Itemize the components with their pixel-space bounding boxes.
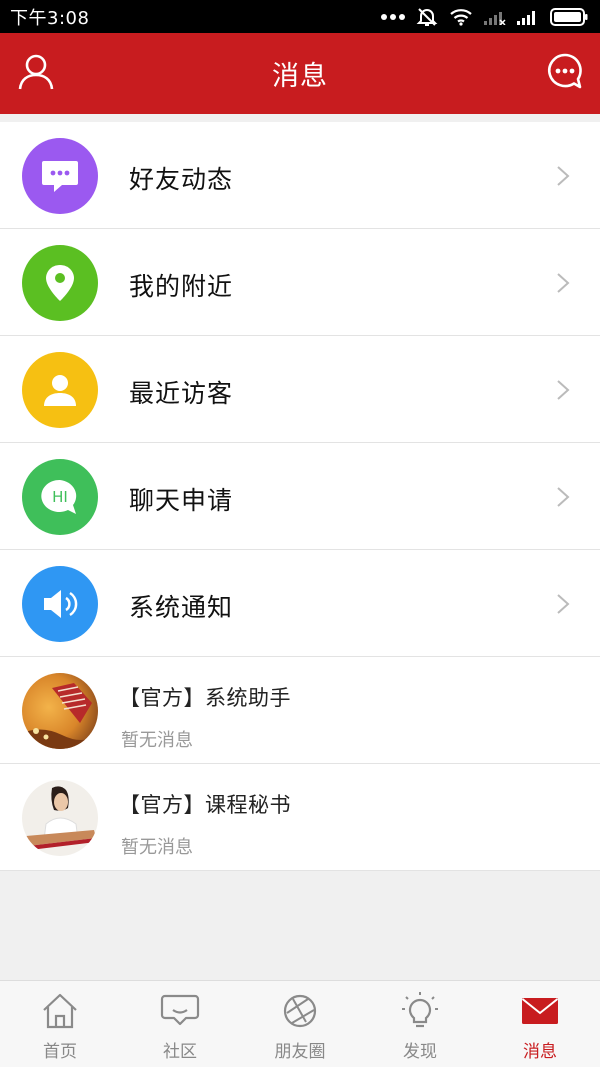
nav-label: 朋友圈	[274, 1042, 326, 1062]
chevron-right-icon	[557, 380, 570, 400]
chevron-right-icon	[557, 166, 570, 186]
status-bar: 下午3:08	[0, 0, 600, 33]
menu-item-recent-visitors[interactable]: 最近访客	[0, 336, 600, 443]
nav-label: 消息	[523, 1042, 557, 1062]
nav-messages[interactable]: 消息	[480, 981, 600, 1067]
menu-item-nearby[interactable]: 我的附近	[0, 229, 600, 336]
menu-item-chat-requests[interactable]: HI 聊天申请	[0, 443, 600, 550]
conversation-preview: 暂无消息	[121, 730, 193, 751]
avatar	[22, 673, 98, 749]
envelope-icon	[521, 998, 559, 1024]
signal-icon	[517, 10, 535, 25]
hi-bubble-icon: HI	[22, 459, 98, 535]
notification-muted-icon	[416, 7, 438, 26]
menu-item-label: 最近访客	[129, 379, 234, 408]
nav-label: 首页	[43, 1042, 77, 1062]
person-icon	[22, 352, 98, 428]
chat-bubble-icon	[22, 138, 98, 214]
chevron-right-icon	[557, 273, 570, 293]
nav-community[interactable]: 社区	[120, 981, 240, 1067]
signal-weak-icon	[484, 11, 506, 25]
conversation-title: 【官方】系统助手	[119, 686, 291, 710]
community-chat-icon	[160, 994, 200, 1026]
speaker-icon	[22, 566, 98, 642]
menu-item-label: 聊天申请	[129, 486, 234, 515]
wifi-icon	[450, 8, 472, 26]
aperture-icon	[283, 994, 317, 1028]
menu-item-label: 系统通知	[129, 593, 234, 622]
nav-label: 发现	[403, 1042, 437, 1062]
home-icon	[43, 993, 77, 1029]
menu-item-system-notice[interactable]: 系统通知	[0, 550, 600, 657]
nav-home[interactable]: 首页	[0, 981, 120, 1067]
nav-label: 社区	[163, 1042, 197, 1062]
menu-item-label: 我的附近	[129, 272, 234, 301]
nav-discover[interactable]: 发现	[360, 981, 480, 1067]
status-icons	[381, 6, 588, 28]
chevron-right-icon	[557, 487, 570, 507]
conversation-course-secretary[interactable]: 【官方】课程秘书 暂无消息	[0, 764, 600, 871]
page-title: 消息	[272, 61, 328, 92]
chevron-right-icon	[557, 594, 570, 614]
nav-moments[interactable]: 朋友圈	[240, 981, 360, 1067]
conversation-title: 【官方】课程秘书	[119, 793, 291, 817]
bottom-nav: 首页 社区 朋友圈 发现 消息	[0, 980, 600, 1067]
conversation-system-assistant[interactable]: 【官方】系统助手 暂无消息	[0, 657, 600, 764]
chat-menu-button[interactable]	[546, 52, 584, 92]
avatar	[22, 780, 98, 856]
menu-item-label: 好友动态	[129, 165, 234, 194]
more-dots-icon	[381, 13, 405, 20]
battery-icon	[550, 7, 588, 26]
app-header: 消息	[0, 33, 600, 114]
lightbulb-icon	[402, 992, 438, 1028]
menu-item-friend-feed[interactable]: 好友动态	[0, 122, 600, 229]
conversation-preview: 暂无消息	[121, 837, 193, 858]
status-time: 下午3:08	[10, 7, 90, 29]
message-list: 好友动态 我的附近 最近访客 HI 聊天申请 系统通知 【官方】系统助手 暂无消…	[0, 122, 600, 871]
location-pin-icon	[22, 245, 98, 321]
profile-button[interactable]	[17, 53, 55, 91]
svg-text:HI: HI	[52, 488, 68, 506]
